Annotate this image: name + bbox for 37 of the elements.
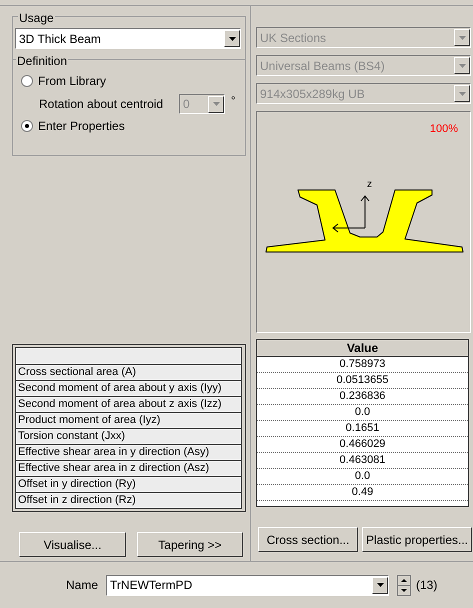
value-cell: 0.466029 (257, 437, 468, 453)
column-header: Value (257, 340, 468, 357)
property-name-cell: Offset in y direction (Ry) (15, 477, 242, 493)
property-name-cell: Effective shear area in z direction (Asz) (15, 461, 242, 477)
value-cell: 0.758973 (257, 357, 468, 373)
action-button[interactable]: Visualise... (19, 532, 126, 557)
value-cell: 0.49 (257, 485, 468, 501)
axes-icon (332, 195, 370, 232)
radio-button[interactable] (21, 120, 33, 132)
radio-button[interactable] (21, 75, 33, 87)
value-cell: 0.1651 (257, 421, 468, 437)
name-count: (13) (416, 577, 438, 594)
radio-label: From Library (38, 73, 106, 90)
property-name-cell: Second moment of area about y axis (Iyy) (15, 381, 242, 397)
property-name-cell: Effective shear area in y direction (Asy) (15, 445, 242, 461)
rotation-label: Rotation about centroid (39, 96, 164, 113)
property-name-cell: Cross sectional area (A) (15, 365, 242, 381)
value-cell: 0.463081 (257, 453, 468, 469)
action-button[interactable]: Cross section... (258, 527, 358, 552)
value-cell: 0.0513655 (257, 373, 468, 389)
property-name-cell: Torsion constant (Jxx) (15, 429, 242, 445)
degree-sign: ° (231, 94, 236, 109)
name-dropdown[interactable]: TrNEWTermPD (106, 574, 390, 596)
value-cell: 0.0 (257, 405, 468, 421)
action-button[interactable]: Tapering >> (137, 532, 243, 557)
usage-dropdown[interactable]: 3D Thick Beam (15, 28, 241, 49)
axis-label: z (367, 179, 372, 190)
property-name-cell: Second moment of area about z axis (Izz) (15, 397, 242, 413)
value-cell: 0.0 (257, 469, 468, 485)
zoom-percentage: 100% (430, 122, 458, 137)
radio-label: Enter Properties (38, 118, 125, 135)
spin-buttons[interactable] (397, 574, 412, 596)
action-button[interactable]: Plastic properties... (362, 527, 472, 552)
property-name-cell: Offset in z direction (Rz) (15, 493, 242, 509)
value-cell: 0.236836 (257, 389, 468, 405)
property-name-cell: Product moment of area (Iyz) (15, 413, 242, 429)
name-label: Name (66, 577, 98, 594)
